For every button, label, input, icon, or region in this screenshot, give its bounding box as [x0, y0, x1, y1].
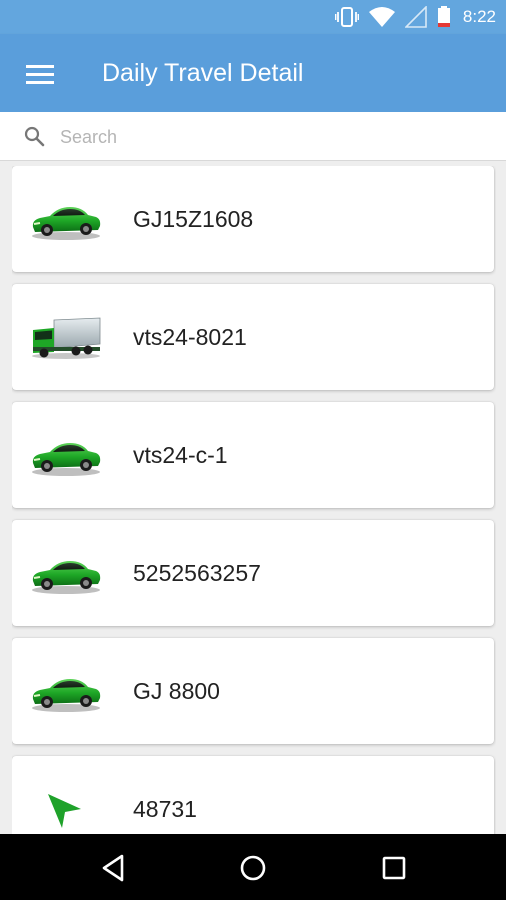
signal-icon: [404, 6, 427, 28]
vehicle-card[interactable]: vts24-8021: [12, 284, 494, 390]
navigation-arrow-icon: [48, 794, 81, 828]
vehicle-card[interactable]: GJ15Z1608: [12, 166, 494, 272]
truck-icon: [32, 317, 101, 359]
back-icon: [102, 854, 124, 882]
wifi-icon: [368, 7, 395, 27]
vehicle-name: 48731: [133, 796, 197, 822]
status-time: 8:22: [462, 7, 496, 26]
vehicle-name: GJ 8800: [133, 678, 220, 704]
page-title: Daily Travel Detail: [102, 59, 304, 87]
car-icon: [32, 561, 101, 594]
car-icon: [32, 207, 101, 240]
search-input[interactable]: [58, 122, 482, 152]
status-bar: 8:22: [0, 0, 506, 34]
car-icon: [32, 679, 101, 712]
app-bar: Daily Travel Detail: [0, 34, 506, 112]
vehicle-name: 5252563257: [133, 560, 261, 586]
vehicle-name: vts24-8021: [133, 324, 247, 350]
menu-button[interactable]: [22, 58, 58, 88]
vehicle-card[interactable]: vts24-c-1: [12, 402, 494, 508]
vehicle-card[interactable]: 48731: [12, 756, 494, 834]
back-button[interactable]: [98, 852, 130, 884]
search-icon: [24, 126, 45, 147]
home-icon: [240, 855, 266, 881]
vehicle-card[interactable]: GJ 8800: [12, 638, 494, 744]
status-icons: 8:22: [325, 5, 496, 29]
vehicle-name: GJ15Z1608: [133, 206, 254, 232]
vibrate-icon: [334, 7, 359, 27]
vehicle-list: GJ15Z1608 vts24-8021 vts24-c-1 525256325…: [12, 166, 496, 834]
vehicle-card[interactable]: 5252563257: [12, 520, 494, 626]
recents-icon: [382, 856, 406, 880]
search-bar: [0, 112, 506, 161]
recents-button[interactable]: [378, 852, 410, 884]
home-button[interactable]: [237, 852, 269, 884]
hamburger-menu-icon: [26, 65, 54, 84]
battery-low-icon: [437, 6, 450, 27]
car-icon: [32, 443, 101, 476]
vehicle-name: vts24-c-1: [133, 442, 228, 468]
system-nav-bar: [0, 834, 506, 900]
